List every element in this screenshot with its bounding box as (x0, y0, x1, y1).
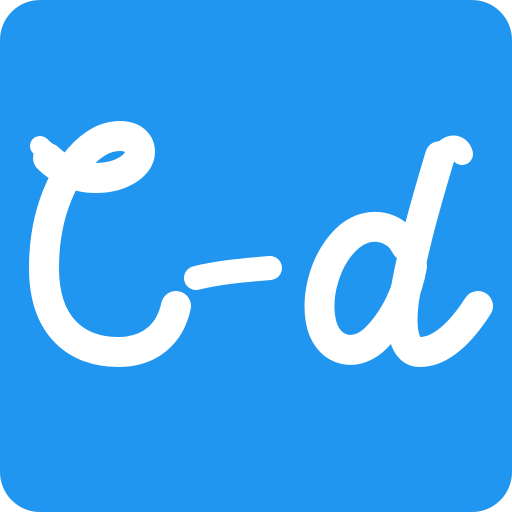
logo-background (0, 0, 512, 512)
logo-dash (184, 256, 282, 290)
app-icon (0, 0, 512, 512)
c-d-logo-icon (0, 0, 512, 512)
logo-letter-d-top (435, 135, 473, 165)
logo-letter-c-flick (30, 136, 68, 170)
